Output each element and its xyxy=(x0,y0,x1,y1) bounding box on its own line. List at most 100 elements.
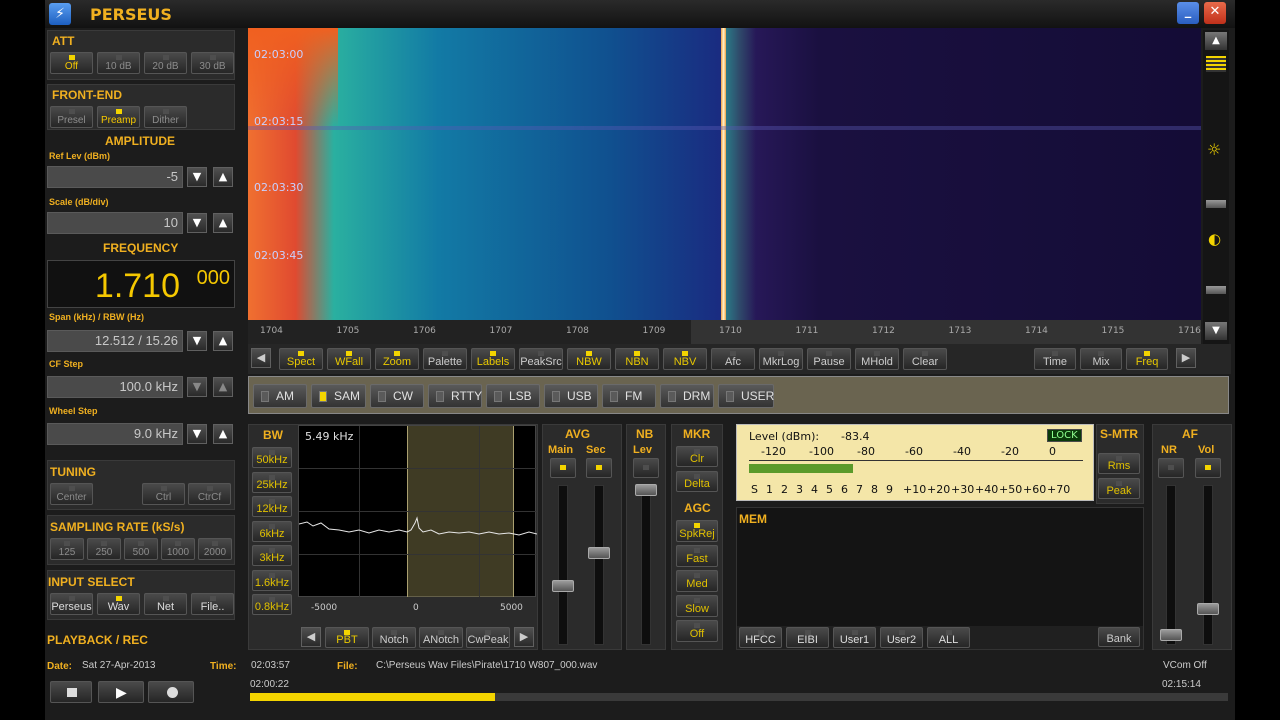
toolbar-zoom-button[interactable]: Zoom xyxy=(375,348,419,370)
toolbar-wfall-button[interactable]: WFall xyxy=(327,348,371,370)
ref-level-value[interactable]: -5 xyxy=(47,166,183,188)
cf-step-up-button[interactable]: ▲ xyxy=(213,377,233,397)
toolbar-peaksrc-button[interactable]: PeakSrc xyxy=(519,348,563,370)
sampling-1000-button[interactable]: 1000 xyxy=(161,538,195,560)
avg-main-button[interactable] xyxy=(550,458,576,478)
frequency-display[interactable]: 1.710 000 xyxy=(47,260,235,308)
scale-down-button[interactable]: ▼ xyxy=(187,213,207,233)
sampling-125-button[interactable]: 125 xyxy=(50,538,84,560)
filter-notch-button[interactable]: Notch xyxy=(372,627,416,648)
tuning-ctrl-button[interactable]: Ctrl xyxy=(142,483,185,505)
waterfall-slider-1[interactable] xyxy=(1206,200,1226,208)
sampling-500-button[interactable]: 500 xyxy=(124,538,158,560)
nr-slider[interactable] xyxy=(1160,629,1182,641)
toolbar-spect-button[interactable]: Spect xyxy=(279,348,323,370)
agc-off-button[interactable]: Off xyxy=(676,620,718,642)
sampling-250-button[interactable]: 250 xyxy=(87,538,121,560)
filter-left-arrow[interactable]: ◀ xyxy=(301,627,321,647)
waterfall-display[interactable]: 02:03:00 02:03:15 02:03:30 02:03:45 xyxy=(248,28,1201,320)
toolbar-labels-button[interactable]: Labels xyxy=(471,348,515,370)
stop-button[interactable] xyxy=(50,681,92,703)
filter-pbt-button[interactable]: PBT xyxy=(325,627,369,648)
toolbar-afc-button[interactable]: Afc xyxy=(711,348,755,370)
wheel-step-up-button[interactable]: ▲ xyxy=(213,424,233,444)
mode-cw-button[interactable]: CW xyxy=(370,384,424,408)
mode-lsb-button[interactable]: LSB xyxy=(486,384,540,408)
mode-sam-button[interactable]: SAM xyxy=(311,384,366,408)
toolbar-nbw-button[interactable]: NBW xyxy=(567,348,611,370)
mkr-delta-button[interactable]: Delta xyxy=(676,471,718,492)
att-off-button[interactable]: Off xyxy=(50,52,93,74)
close-button[interactable]: ✕ xyxy=(1204,2,1226,24)
cf-step-value[interactable]: 100.0 kHz xyxy=(47,376,183,398)
sampling-2000-button[interactable]: 2000 xyxy=(198,538,232,560)
bank-button[interactable]: Bank xyxy=(1098,627,1140,647)
agc-fast-button[interactable]: Fast xyxy=(676,545,718,567)
mem-user2-button[interactable]: User2 xyxy=(880,627,923,648)
filter-anotch-button[interactable]: ANotch xyxy=(419,627,463,648)
bw-50khz-button[interactable]: 50kHz xyxy=(252,447,292,468)
att-10-db-button[interactable]: 10 dB xyxy=(97,52,140,74)
mkr-clr-button[interactable]: Clr xyxy=(676,446,718,467)
tuning-center-button[interactable]: Center xyxy=(50,483,93,505)
dither-button[interactable]: Dither xyxy=(144,106,187,128)
mode-fm-button[interactable]: FM xyxy=(602,384,656,408)
mode-usb-button[interactable]: USB xyxy=(544,384,598,408)
mem-hfcc-button[interactable]: HFCC xyxy=(739,627,782,648)
toolbar-mix-button[interactable]: Mix xyxy=(1080,348,1122,370)
bw-3khz-button[interactable]: 3kHz xyxy=(252,545,292,566)
bw-6khz-button[interactable]: 6kHz xyxy=(252,520,292,542)
smtr-rms-button[interactable]: Rms xyxy=(1098,453,1140,474)
waterfall-scrollbar[interactable]: ▲ ☼ ◐ ▼ xyxy=(1203,30,1229,344)
scale-up-button[interactable]: ▲ xyxy=(213,213,233,233)
span-down-button[interactable]: ▼ xyxy=(187,331,207,351)
zoom-window-region[interactable] xyxy=(691,320,1201,344)
toolbar-nbv-button[interactable]: NBV xyxy=(663,348,707,370)
mem-user1-button[interactable]: User1 xyxy=(833,627,876,648)
mode-am-button[interactable]: AM xyxy=(253,384,307,408)
agc-med-button[interactable]: Med xyxy=(676,570,718,592)
bw-25khz-button[interactable]: 25kHz xyxy=(252,471,292,493)
avg-sec-button[interactable] xyxy=(586,458,612,478)
att-20-db-button[interactable]: 20 dB xyxy=(144,52,187,74)
ref-level-up-button[interactable]: ▲ xyxy=(213,167,233,187)
toolbar-right-arrow[interactable]: ▶ xyxy=(1176,348,1196,368)
playback-progress-track[interactable] xyxy=(250,693,1228,701)
toolbar-mhold-button[interactable]: MHold xyxy=(855,348,899,370)
minimize-button[interactable]: _ xyxy=(1177,2,1199,24)
bw-1-6khz-button[interactable]: 1.6kHz xyxy=(252,569,292,591)
tuning-ctrcf-button[interactable]: CtrCf xyxy=(188,483,231,505)
bw-spectrum-display[interactable]: 5.49 kHz xyxy=(298,425,537,597)
mode-rtty-button[interactable]: RTTY xyxy=(428,384,482,408)
record-button[interactable] xyxy=(148,681,194,703)
mem-all-button[interactable]: ALL xyxy=(927,627,970,648)
waterfall-slider-2[interactable] xyxy=(1206,286,1226,294)
wheel-step-value[interactable]: 9.0 kHz xyxy=(47,423,183,445)
mem-eibi-button[interactable]: EIBI xyxy=(786,627,829,648)
mode-drm-button[interactable]: DRM xyxy=(660,384,714,408)
att-30-db-button[interactable]: 30 dB xyxy=(191,52,234,74)
filter-cwpeak-button[interactable]: CwPeak xyxy=(466,627,510,648)
smtr-peak-button[interactable]: Peak xyxy=(1098,478,1140,499)
nr-button[interactable] xyxy=(1158,458,1184,478)
input-file-button[interactable]: File.. xyxy=(191,593,234,615)
toolbar-clear-button[interactable]: Clear xyxy=(903,348,947,370)
vol-button[interactable] xyxy=(1195,458,1221,478)
input-perseus-button[interactable]: Perseus xyxy=(50,593,93,615)
avg-sec-slider[interactable] xyxy=(588,547,610,559)
preamp-button[interactable]: Preamp xyxy=(97,106,140,128)
play-button[interactable]: ▶ xyxy=(98,681,144,703)
bw-0-8khz-button[interactable]: 0.8kHz xyxy=(252,594,292,615)
scroll-up-button[interactable]: ▲ xyxy=(1205,32,1227,50)
toolbar-pause-button[interactable]: Pause xyxy=(807,348,851,370)
cf-step-down-button[interactable]: ▼ xyxy=(187,377,207,397)
vol-slider[interactable] xyxy=(1197,603,1219,615)
filter-right-arrow[interactable]: ▶ xyxy=(514,627,534,647)
toolbar-left-arrow[interactable]: ◀ xyxy=(251,348,271,368)
presel-button[interactable]: Presel xyxy=(50,106,93,128)
toolbar-nbn-button[interactable]: NBN xyxy=(615,348,659,370)
spectrum-level-knob[interactable] xyxy=(1206,56,1226,72)
toolbar-palette-button[interactable]: Palette xyxy=(423,348,467,370)
toolbar-time-button[interactable]: Time xyxy=(1034,348,1076,370)
nb-button[interactable] xyxy=(633,458,659,478)
